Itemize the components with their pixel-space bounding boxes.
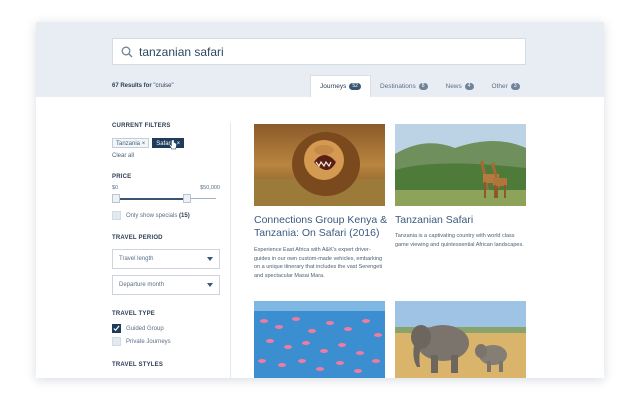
price-title: PRICE	[112, 174, 132, 180]
specials-count: (15)	[179, 212, 190, 219]
type-private-journeys[interactable]: Private Journeys	[112, 337, 222, 346]
giraffe-image[interactable]	[395, 124, 526, 206]
tab-count-badge: 52	[349, 83, 361, 90]
check-icon	[113, 325, 120, 332]
select-value: Departure month	[119, 282, 165, 288]
travel-period-title: TRAVEL PERIOD	[112, 235, 163, 241]
tab-label: Other	[491, 82, 508, 90]
select-value: Travel length	[119, 256, 154, 262]
lion-image[interactable]	[254, 124, 385, 206]
filter-chips: Tanzania × Safaris ×	[112, 138, 222, 150]
search-icon	[121, 46, 133, 57]
private-journeys-checkbox[interactable]	[112, 337, 121, 346]
price-slider[interactable]	[112, 193, 220, 205]
results-count-text: 67 Results for	[112, 83, 152, 89]
specials-checkbox[interactable]	[112, 211, 121, 220]
tab-label: Destinations	[379, 82, 416, 90]
chip-label: Tanzania	[116, 141, 141, 147]
price-range-labels: $0 $50,000	[112, 185, 220, 191]
guided-group-checkbox[interactable]	[112, 324, 121, 333]
clear-all-link[interactable]: Clear all	[112, 153, 222, 159]
close-icon[interactable]: ×	[142, 141, 146, 147]
travel-styles-title: TRAVEL STYLES	[112, 362, 164, 368]
type-guided-group[interactable]: Guided Group	[112, 324, 222, 333]
tab-news[interactable]: News 4	[437, 75, 483, 97]
card-title[interactable]: Connections Group Kenya & Tanzania: On S…	[254, 214, 389, 240]
results-query-text: "cruise"	[153, 83, 174, 89]
tab-count-badge: 8	[418, 82, 428, 90]
chevron-down-icon	[207, 257, 213, 261]
chevron-down-icon	[207, 283, 213, 287]
tab-count-badge: 4	[464, 82, 474, 90]
specials-filter[interactable]: Only show specials (15)	[112, 211, 222, 220]
current-filters-title: CURRENT FILTERS	[112, 123, 171, 129]
departure-month-select[interactable]: Departure month	[112, 275, 220, 295]
search-results-page: 67 Results for "cruise" Journeys 52 Dest…	[36, 22, 604, 378]
tab-other[interactable]: Other 3	[483, 75, 529, 97]
card-description: Experience East Africa with A&K's expert…	[254, 247, 383, 279]
flamingo-image[interactable]	[254, 301, 385, 378]
close-icon[interactable]: ×	[177, 141, 181, 147]
tab-count-badge: 3	[510, 82, 520, 90]
slider-fill	[116, 198, 187, 200]
search-input[interactable]	[139, 44, 519, 59]
tab-journeys[interactable]: Journeys 52	[310, 75, 371, 97]
hand-cursor-icon	[169, 140, 177, 150]
slider-handle-max[interactable]	[183, 194, 191, 203]
sidebar-divider	[230, 122, 231, 378]
travel-length-select[interactable]: Travel length	[112, 249, 220, 269]
tab-destinations[interactable]: Destinations 8	[371, 75, 437, 97]
tab-label: News	[445, 82, 462, 90]
price-min: $0	[112, 185, 119, 191]
card-title[interactable]: Tanzanian Safari	[395, 214, 530, 227]
elephant-image[interactable]	[395, 301, 526, 378]
type-label: Guided Group	[126, 325, 164, 332]
type-label: Private Journeys	[126, 338, 171, 345]
search-header: 67 Results for "cruise" Journeys 52 Dest…	[36, 22, 604, 97]
results-count: 67 Results for "cruise"	[112, 83, 174, 89]
search-box[interactable]	[112, 38, 526, 65]
filters-sidebar: CURRENT FILTERS Tanzania × Safaris × Cle…	[112, 123, 222, 368]
slider-handle-min[interactable]	[112, 194, 120, 203]
price-max: $50,000	[200, 185, 220, 191]
card-description: Tanzania is a captivating country with w…	[395, 233, 524, 248]
result-tabs: Journeys 52 Destinations 8 News 4 Other …	[310, 75, 529, 97]
travel-type-title: TRAVEL TYPE	[112, 311, 155, 317]
filter-chip-tanzania[interactable]: Tanzania ×	[112, 138, 150, 148]
specials-label: Only show specials	[126, 212, 178, 219]
tab-label: Journeys	[320, 83, 347, 90]
